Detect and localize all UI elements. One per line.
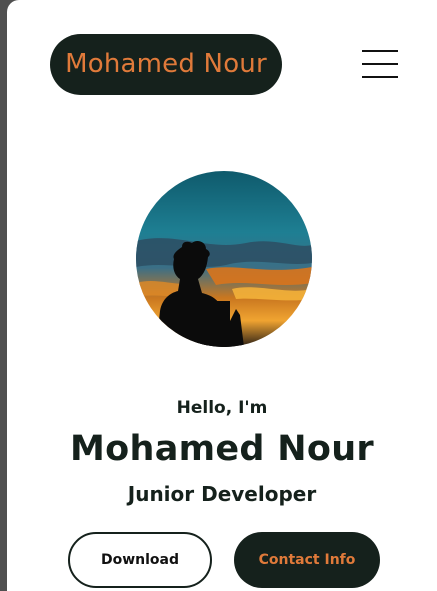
hero-name: Mohamed Nour	[70, 429, 374, 469]
hero-role: Junior Developer	[127, 482, 317, 506]
profile-photo	[136, 171, 312, 347]
download-button[interactable]: Download	[68, 532, 212, 588]
profile-avatar	[136, 171, 312, 347]
greeting-text: Hello, I'm	[176, 398, 268, 418]
site-logo[interactable]: Mohamed Nour	[50, 34, 282, 95]
hamburger-menu-icon[interactable]	[362, 48, 398, 80]
menu-bar-middle	[362, 63, 398, 65]
contact-info-button[interactable]: Contact Info	[234, 532, 380, 588]
menu-bar-bottom	[362, 76, 398, 78]
page-container: Mohamed Nour Hello, I'm Mohamed Nour Jun…	[7, 0, 437, 591]
menu-bar-top	[362, 50, 398, 52]
